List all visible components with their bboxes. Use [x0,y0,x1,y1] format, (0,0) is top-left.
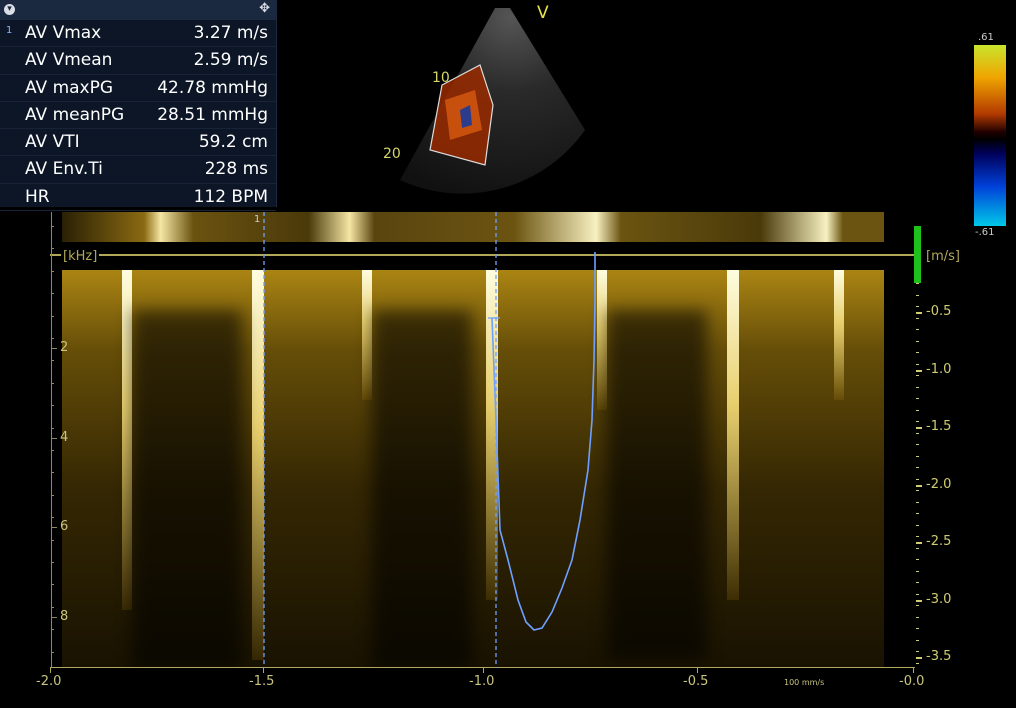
caliper-label: 1 [254,214,260,225]
velocity-envelope-trace [491,252,596,631]
caliper-overlay: 1 [254,212,596,668]
